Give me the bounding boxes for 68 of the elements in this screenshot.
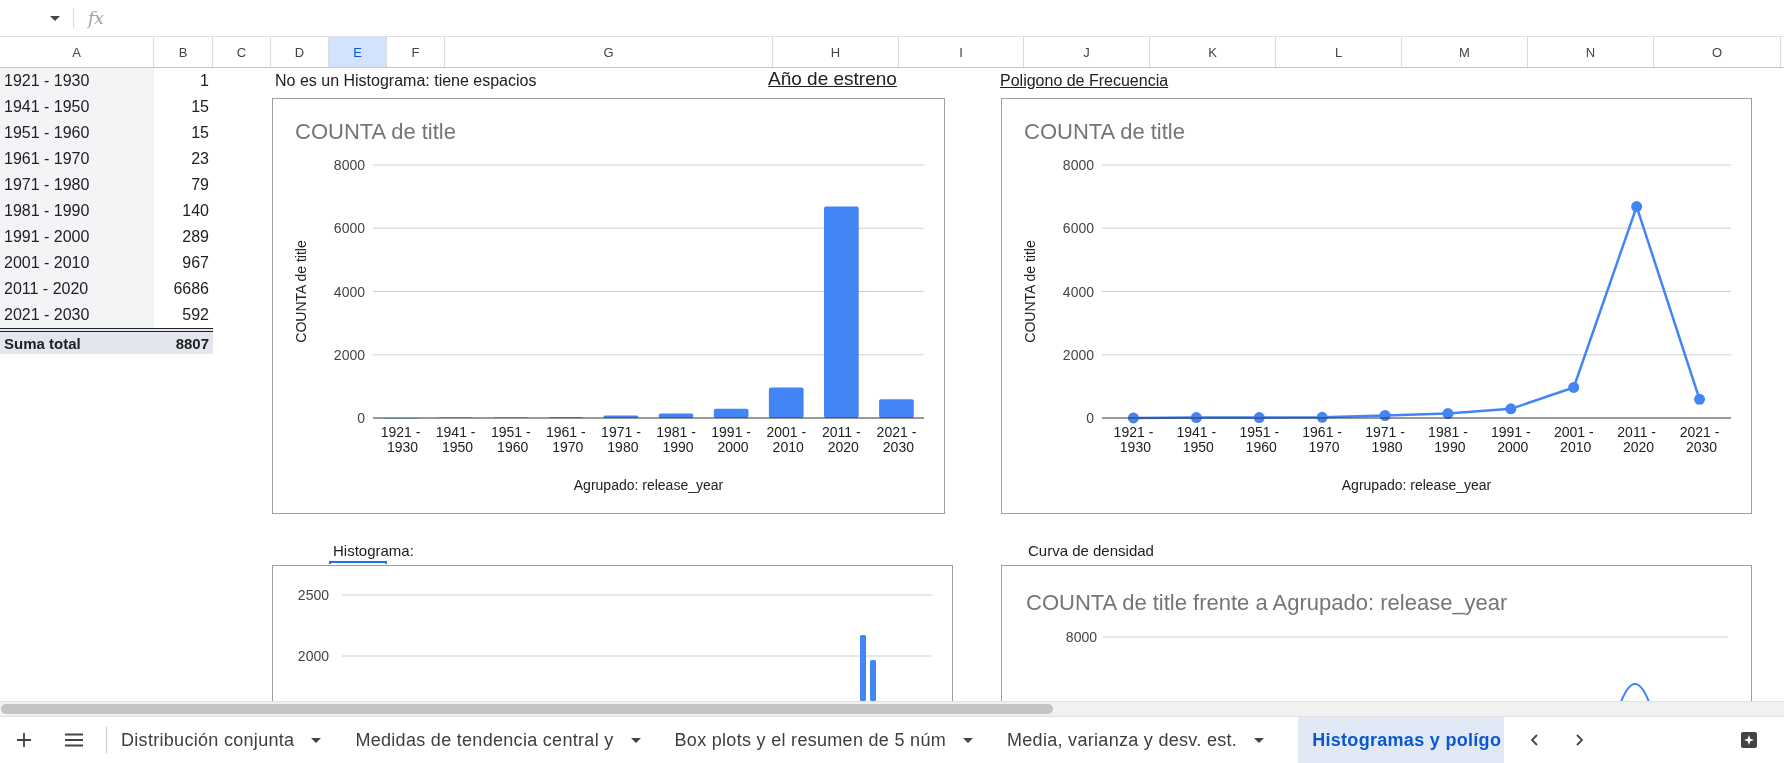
table-cell-text: 289 (181, 227, 210, 247)
axis-tick-label: 1921 - 1930 (380, 424, 421, 455)
axis-tick-label: 1981 - 1990 (1428, 424, 1468, 455)
chart-caption: Poligono de Frecuencia (1000, 72, 1169, 90)
axis-title: Agrupado: release_year (1341, 477, 1492, 493)
chart-title: COUNTA de title frente a Agrupado: release_year (1026, 590, 1508, 615)
axis-tick-label: 2000 (333, 346, 365, 363)
axis-tick-label: 1941 - 1950 (435, 424, 476, 455)
axis-tick-label: 1941 - 1950 (1176, 424, 1217, 455)
axis-tick-label: 2500 (297, 587, 329, 603)
axis-tick-label: 1961 - 1970 (1302, 424, 1342, 455)
axis-tick-label: 8000 (1062, 157, 1094, 173)
axis-tick-label: 2021 - 2030 (876, 424, 917, 455)
table-cell-text: 592 (181, 305, 210, 325)
axis-tick-label: 0 (1086, 410, 1094, 426)
table-cell-text: 15 (190, 123, 210, 143)
axis-tick-label: 1961 - 1970 (546, 424, 586, 455)
axis-tick-label: 2021 - 2030 (1679, 424, 1720, 455)
axis-tick-label: 2011 - 2020 (822, 424, 861, 455)
axis-tick-label: 1951 - 1960 (490, 424, 531, 455)
row-label: 1971 - 1980 (0, 172, 154, 198)
axis-tick-label: 1971 - 1980 (601, 424, 641, 455)
axis-tick-label: 2011 - 2020 (1617, 424, 1656, 455)
axis-tick-label: 1971 - 1980 (1365, 424, 1405, 455)
table-cell-text: 15 (190, 97, 210, 117)
axis-tick-label: 4000 (1062, 283, 1094, 300)
heading: Año de estreno (768, 68, 897, 90)
axis-tick-label: 6000 (1062, 220, 1094, 237)
table-cell-text: 6686 (172, 279, 210, 299)
axis-tick-label: 1921 - 1930 (1113, 424, 1154, 455)
row-label: 1991 - 2000 (0, 224, 154, 250)
row-label: 1941 - 1950 (0, 94, 154, 120)
table-cell-text: 967 (181, 253, 210, 273)
axis-tick-label: 1991 - 2000 (1491, 424, 1531, 455)
chart-caption: Histograma: (333, 542, 414, 559)
axis-tick-label: 2001 - 2010 (1553, 424, 1594, 455)
axis-tick-label: 4000 (333, 283, 365, 300)
axis-tick-label: 1951 - 1960 (1239, 424, 1280, 455)
table-cell-text: 140 (181, 201, 210, 221)
chart-title: COUNTA de title (1024, 119, 1185, 144)
row-label: 1921 - 1930 (0, 68, 154, 94)
axis-tick-label: 1991 - 2000 (711, 424, 751, 455)
axis-tick-label: 8000 (333, 157, 365, 173)
axis-tick-label: 6000 (333, 220, 365, 237)
axis-tick-label: 2000 (1062, 346, 1094, 363)
row-label: 1961 - 1970 (0, 146, 154, 172)
row-label: 1981 - 1990 (0, 198, 154, 224)
total-label: Suma total (0, 328, 154, 354)
row-label: 2001 - 2010 (0, 250, 154, 276)
table-cell-text: 79 (190, 175, 210, 195)
axis-tick-label: 2000 (297, 648, 329, 664)
axis-title: COUNTA de title (293, 240, 309, 343)
axis-tick-label: 8000 (1065, 629, 1097, 645)
axis-tick-label: 2001 - 2010 (766, 424, 807, 455)
axis-tick-label: 1981 - 1990 (656, 424, 696, 455)
chart-caption: Curva de densidad (1028, 542, 1154, 559)
axis-title: Agrupado: release_year (573, 477, 724, 493)
row-label: 2021 - 2030 (0, 302, 154, 328)
row-label: 1951 - 1960 (0, 120, 154, 146)
axis-tick-label: 0 (357, 410, 365, 426)
total-value: 8807 (154, 328, 213, 354)
row-label: 2011 - 2020 (0, 276, 154, 302)
axis-title: COUNTA de title (1022, 240, 1038, 343)
function-label: fx (88, 8, 104, 28)
chart-title: COUNTA de title (295, 119, 456, 144)
table-cell-text: 23 (190, 149, 210, 169)
table-cell-text: 1 (199, 71, 210, 91)
chart-caption: No es un Histograma: tiene espacios (275, 72, 537, 90)
